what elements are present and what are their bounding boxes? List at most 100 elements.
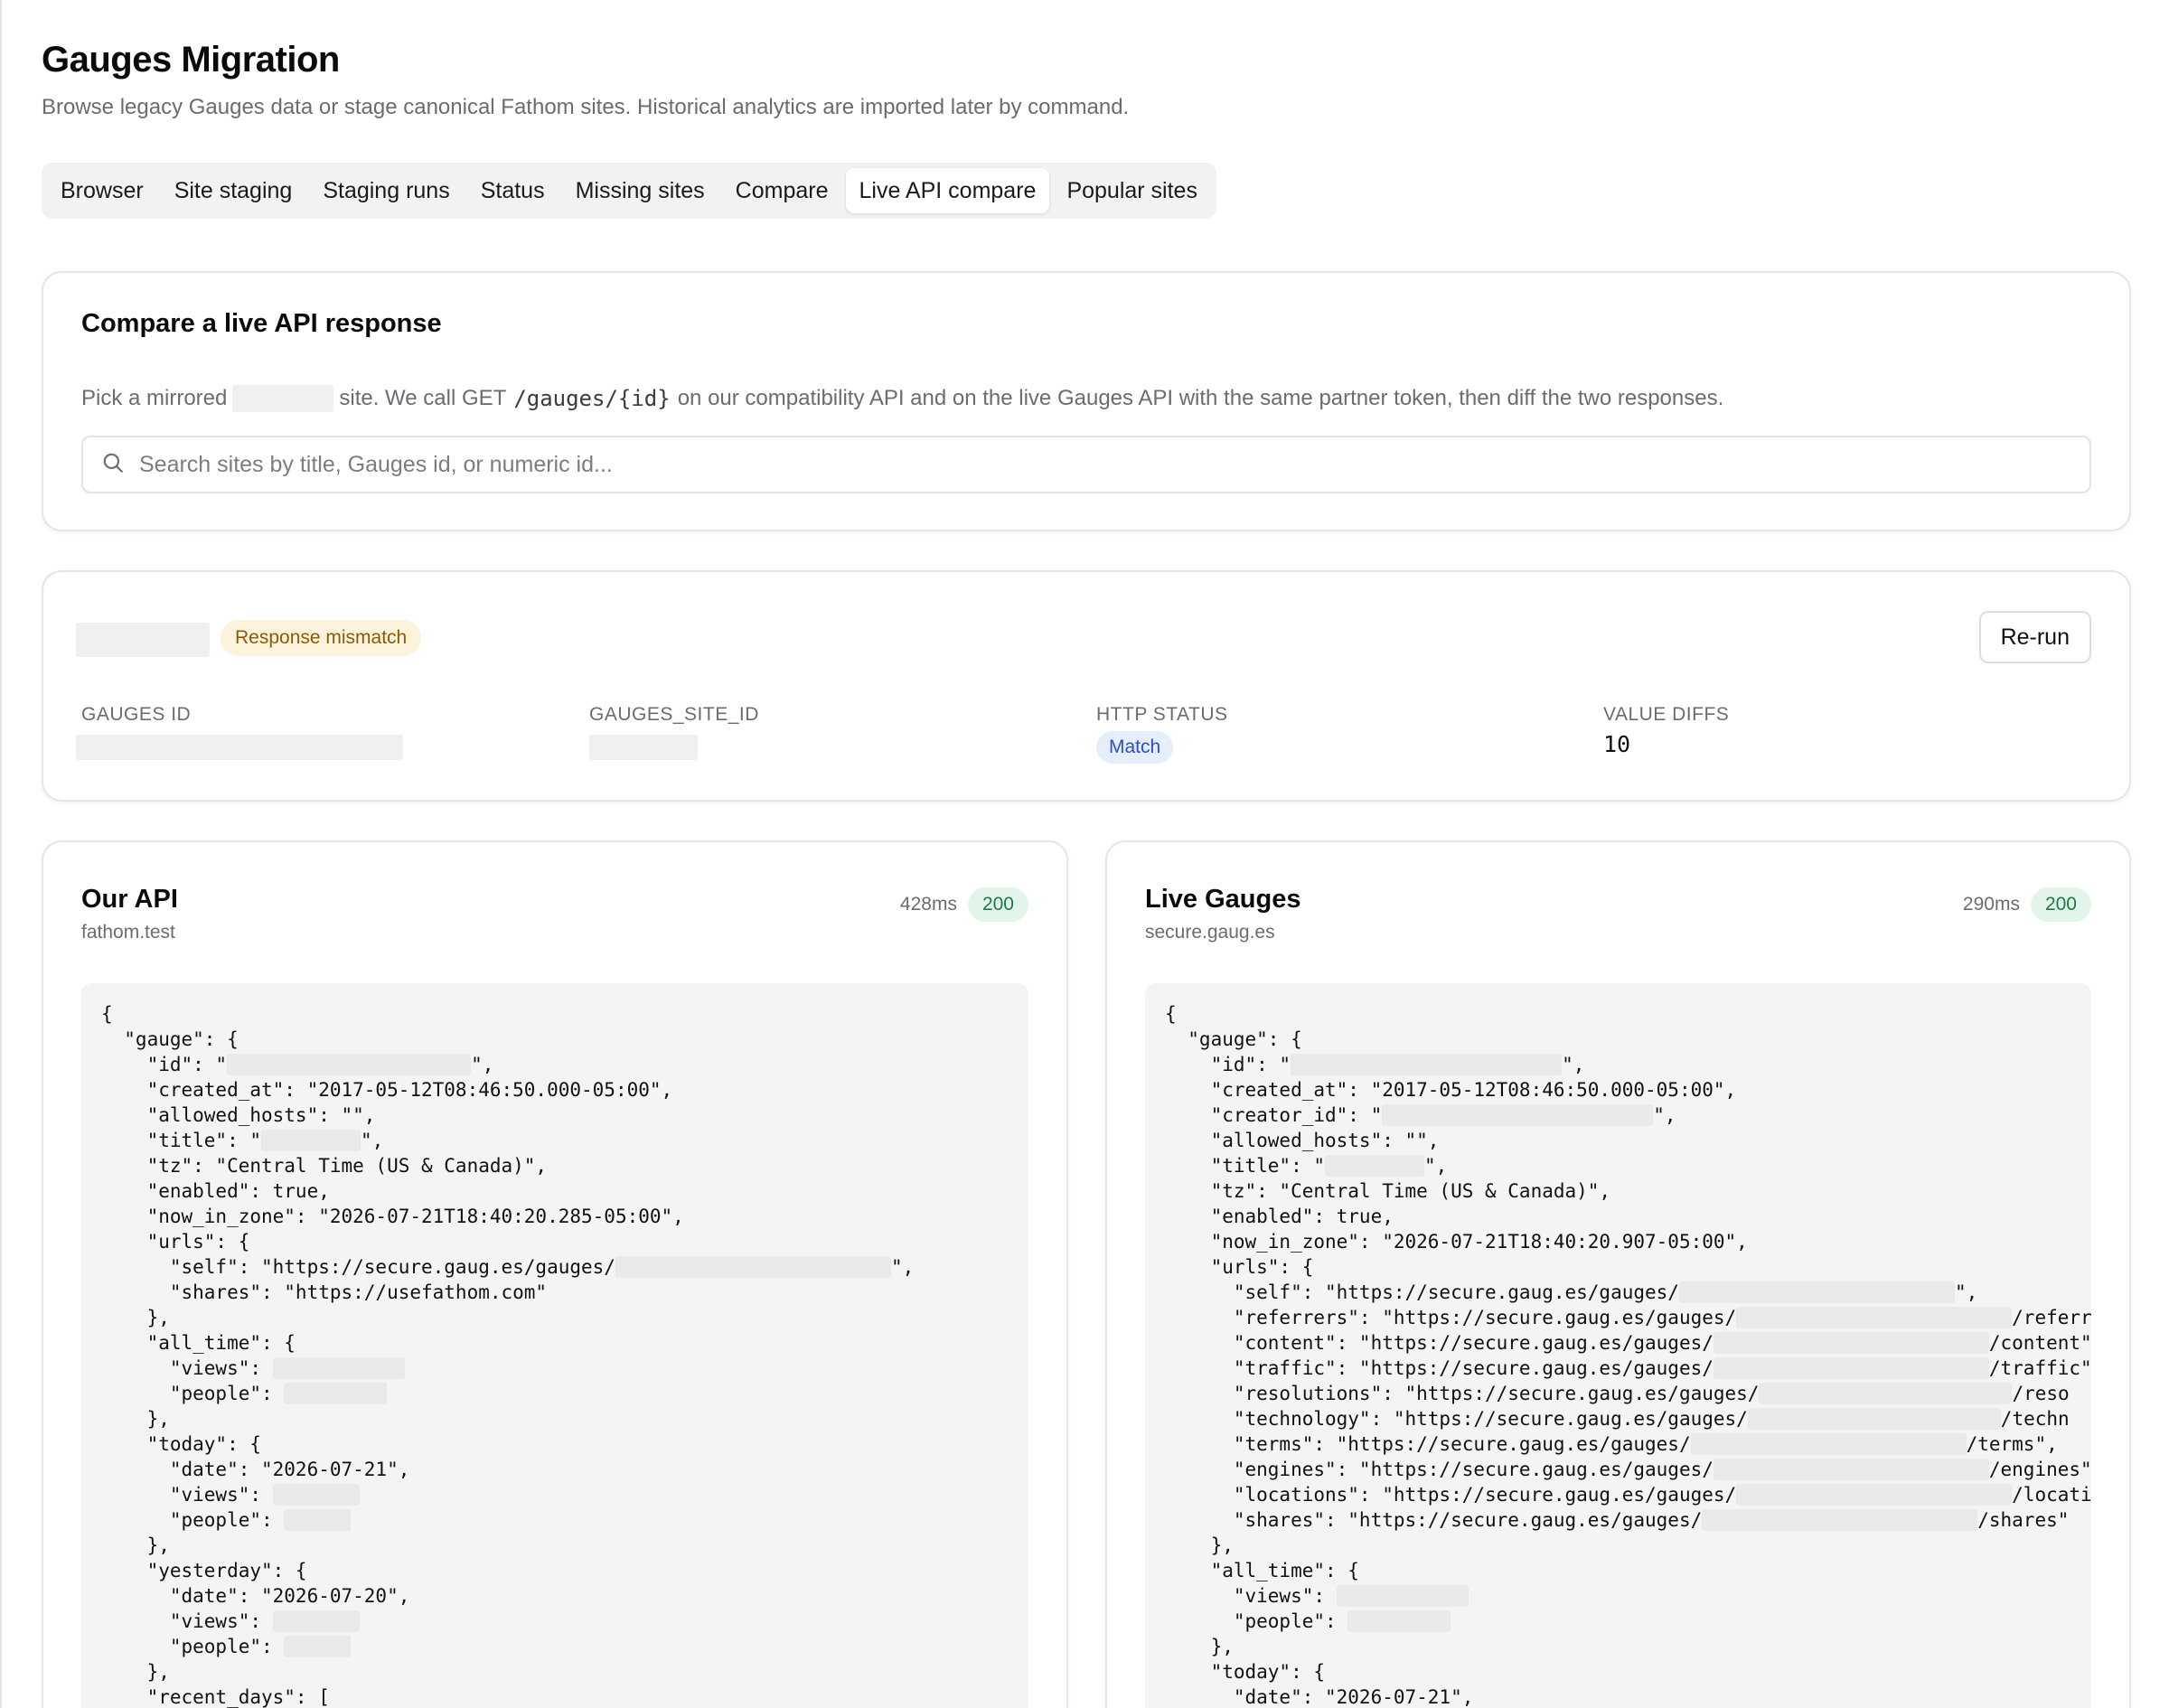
redacted-value <box>1325 1155 1425 1177</box>
json-line: "urls": { <box>1165 1256 1314 1278</box>
redacted-value <box>1678 1281 1955 1303</box>
tab-status[interactable]: Status <box>467 168 559 213</box>
json-line: "people": <box>101 1507 1028 1533</box>
redacted-value <box>272 1484 360 1506</box>
json-line: "locations": "https://secure.gaug.es/gau… <box>1165 1484 2091 1506</box>
json-line: "allowed_hosts": "", <box>1165 1130 1440 1151</box>
stat-label: GAUGES_SITE_ID <box>589 704 759 725</box>
redacted-value <box>1713 1332 1989 1354</box>
json-line: "views": <box>101 1482 1028 1507</box>
json-line: "content": "https://secure.gaug.es/gauge… <box>1165 1332 2091 1354</box>
json-line: "yesterday": { <box>101 1560 307 1581</box>
json-line: "resolutions": "https://secure.gaug.es/g… <box>1165 1383 2070 1404</box>
tab-live-api-compare[interactable]: Live API compare <box>845 168 1050 213</box>
json-line: }, <box>101 1534 170 1556</box>
json-line: "enabled": true, <box>1165 1206 1394 1227</box>
redacted-value <box>1347 1610 1451 1632</box>
redacted-value <box>1291 1054 1563 1075</box>
redacted-value <box>1336 1585 1469 1607</box>
json-line: "views": <box>101 1356 1028 1381</box>
tab-site-staging[interactable]: Site staging <box>161 168 306 213</box>
rerun-button[interactable]: Re-run <box>1978 611 2091 663</box>
stat-label: VALUE DIFFS <box>1603 704 1730 725</box>
stat-gauges-site-id: GAUGES_SITE_ID <box>589 704 759 760</box>
redacted-value <box>272 1357 405 1379</box>
redacted-site-name <box>232 385 334 412</box>
json-line: "today": { <box>101 1433 262 1455</box>
redacted-value <box>261 1130 362 1151</box>
panel-host: fathom.test <box>81 922 175 943</box>
compare-card: Compare a live API response Pick a mirro… <box>42 271 2131 531</box>
panel-host: secure.gaug.es <box>1145 922 1275 943</box>
response-meta: 290ms 200 <box>1963 887 2091 922</box>
json-response-view[interactable]: { "gauge": { "id": " ", "created_at": "20… <box>1145 983 2091 1708</box>
redacted-value <box>615 1256 891 1278</box>
tab-compare[interactable]: Compare <box>722 168 842 213</box>
json-line: "id": " ", <box>101 1054 494 1075</box>
json-line: "technology": "https://secure.gaug.es/ga… <box>1165 1408 2070 1430</box>
json-line: { <box>101 1003 113 1025</box>
json-line: "tz": "Central Time (US & Canada)", <box>1165 1180 1611 1202</box>
json-line: "traffic": "https://secure.gaug.es/gauge… <box>1165 1357 2091 1379</box>
status-code-badge: 200 <box>967 887 1028 922</box>
json-line: }, <box>101 1408 170 1430</box>
json-line: "self": "https://secure.gaug.es/gauges/"… <box>1165 1281 1978 1303</box>
panel-title: Live Gauges <box>1145 885 1301 914</box>
redacted-value <box>284 1383 388 1404</box>
tab-missing-sites[interactable]: Missing sites <box>562 168 718 213</box>
redacted-value <box>227 1054 472 1075</box>
json-line: "created_at": "2017-05-12T08:46:50.000-0… <box>101 1079 673 1101</box>
json-line: "enabled": true, <box>101 1180 330 1202</box>
json-line: }, <box>1165 1636 1234 1657</box>
site-search-input[interactable] <box>139 451 2037 478</box>
stat-gauges-id: GAUGES ID <box>76 704 403 760</box>
json-line: "tz": "Central Time (US & Canada)", <box>101 1155 548 1177</box>
json-line: "date": "2026-07-21", <box>1165 1686 1474 1708</box>
json-line: "creator_id": " ", <box>1165 1104 1676 1126</box>
stat-label: HTTP STATUS <box>1096 704 1228 725</box>
stat-value-diffs: VALUE DIFFS 10 <box>1603 704 1729 757</box>
json-line: { <box>1165 1003 1177 1025</box>
json-line: "shares": "https://usefathom.com" <box>101 1281 548 1303</box>
json-line: "today": { <box>1165 1661 1326 1683</box>
our-api-panel: Our API fathom.test 428ms 200 { "gauge":… <box>42 840 1068 1708</box>
json-line: "views": <box>1165 1583 2091 1609</box>
response-time: 290ms <box>1962 894 2020 915</box>
tab-browser[interactable]: Browser <box>47 168 157 213</box>
json-line: }, <box>101 1661 170 1683</box>
redacted-value <box>1759 1383 2013 1404</box>
app-frame: Gauges Migration Browse legacy Gauges da… <box>0 0 2169 1708</box>
json-line: "title": " ", <box>101 1130 384 1151</box>
http-status-match-badge: Match <box>1096 731 1174 764</box>
json-response-view[interactable]: { "gauge": { "id": " ", "created_at": "20… <box>81 983 1028 1708</box>
json-line: "gauge": { <box>101 1028 239 1050</box>
redacted-value <box>1702 1509 1978 1531</box>
json-line: "self": "https://secure.gaug.es/gauges/"… <box>101 1256 915 1278</box>
desc-endpoint-code: /gauges/{id} <box>513 386 671 411</box>
json-line: }, <box>101 1307 170 1328</box>
redacted-value <box>284 1509 352 1531</box>
site-search-box[interactable] <box>81 436 2091 493</box>
value-diffs-count: 10 <box>1603 731 1631 757</box>
tab-staging-runs[interactable]: Staging runs <box>309 168 463 213</box>
redacted-value <box>284 1636 352 1657</box>
stat-label: GAUGES ID <box>81 704 192 725</box>
search-icon <box>101 451 125 479</box>
tab-popular-sites[interactable]: Popular sites <box>1053 168 1211 213</box>
json-line: "date": "2026-07-20", <box>101 1585 410 1607</box>
redacted-gauges-site-id <box>589 735 698 760</box>
redacted-value <box>1713 1459 1989 1480</box>
json-line: "title": " ", <box>1165 1155 1448 1177</box>
result-summary-card: Response mismatch Re-run GAUGES ID GAUGE… <box>42 570 2131 802</box>
json-line: "id": " ", <box>1165 1054 1585 1075</box>
panel-title: Our API <box>81 885 178 914</box>
redacted-value <box>1736 1484 2013 1506</box>
json-line: "now_in_zone": "2026-07-21T18:40:20.907-… <box>1165 1231 1748 1253</box>
page-title: Gauges Migration <box>42 40 340 80</box>
json-line: "now_in_zone": "2026-07-21T18:40:20.285-… <box>101 1206 684 1227</box>
json-line: "people": <box>1165 1609 2091 1634</box>
json-line: }, <box>1165 1534 1234 1556</box>
json-line: "views": <box>101 1609 1028 1634</box>
json-line: "all_time": { <box>101 1332 296 1354</box>
json-line: "terms": "https://secure.gaug.es/gauges/… <box>1165 1433 2058 1455</box>
